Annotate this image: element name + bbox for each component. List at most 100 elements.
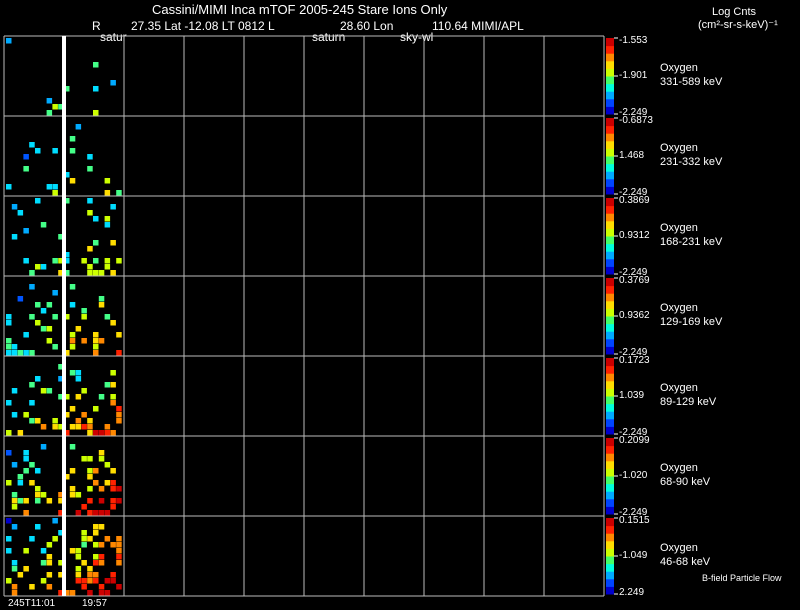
colorbar-segment: [606, 426, 614, 435]
colorbar-segment: [606, 476, 614, 485]
heatmap-cell: [98, 560, 105, 566]
heatmap-cell: [110, 572, 116, 578]
heatmap-cell: [116, 190, 122, 196]
heatmap-cell: [87, 468, 93, 474]
heatmap-cell: [98, 270, 105, 276]
heatmap-cell: [6, 350, 12, 356]
heatmap-cell: [69, 344, 76, 350]
heatmap-cell: [81, 424, 87, 430]
heatmap-cell: [52, 424, 58, 430]
heatmap-cell: [46, 338, 53, 344]
heatmap-cell: [110, 394, 116, 400]
colorbar-segment: [606, 445, 614, 454]
colorbar-segment: [606, 563, 614, 572]
heatmap-cell: [93, 560, 99, 566]
heatmap-cell: [81, 542, 87, 548]
heatmap-cell: [29, 462, 35, 468]
heatmap-cell: [6, 344, 12, 350]
heatmap-cell: [93, 270, 99, 276]
heatmap-cell: [23, 412, 29, 418]
heatmap-cell: [29, 284, 35, 290]
heatmap-cell: [6, 548, 12, 554]
heatmap-cell: [11, 498, 18, 504]
heatmap-cell: [46, 184, 53, 190]
heatmap-cell: [29, 314, 35, 320]
heatmap-cell: [116, 418, 122, 424]
heatmap-cell: [40, 444, 47, 450]
colorbar-segment: [606, 178, 614, 187]
heatmap-cell: [81, 314, 87, 320]
heatmap-cell: [98, 302, 105, 308]
heatmap-cell: [75, 548, 82, 554]
colorbar-segment: [606, 140, 614, 149]
colorbar-segment: [606, 118, 614, 127]
heatmap-cell: [116, 486, 122, 492]
colorbar-segment: [606, 228, 614, 237]
colorbar-segment: [606, 258, 614, 267]
heatmap-cell: [87, 424, 93, 430]
colorbar-max-label: -1.553: [619, 35, 648, 46]
heatmap-cell: [35, 376, 41, 382]
heatmap-cell: [98, 338, 105, 344]
heatmap-cell: [23, 166, 29, 172]
panel-species-label: Oxygen: [660, 542, 698, 554]
heatmap-cell: [116, 548, 122, 554]
heatmap-cell: [93, 344, 99, 350]
colorbar-segment: [606, 388, 614, 397]
heatmap-cell: [40, 264, 47, 270]
colorbar-segment: [606, 163, 614, 172]
heatmap-cell: [93, 258, 99, 264]
heatmap-cell: [6, 536, 12, 542]
heatmap-cell: [35, 524, 41, 530]
colorbar-segment: [606, 236, 614, 245]
heatmap-cell: [17, 430, 24, 436]
colorbar-max-label: 0.3769: [619, 275, 650, 286]
heatmap-cell: [29, 350, 35, 356]
heatmap-cell: [40, 308, 47, 314]
colorbar-segment: [606, 525, 614, 534]
heatmap-cell: [46, 110, 53, 116]
heatmap-cell: [87, 246, 93, 252]
colorbar-mid-label: 0.9362: [619, 310, 650, 321]
colorbar-segment: [606, 198, 614, 207]
colorbar-segment: [606, 346, 614, 355]
time-end: 19:57: [82, 598, 108, 609]
heatmap-cell: [81, 504, 87, 510]
heatmap-cell: [110, 270, 116, 276]
colorbar-max-label: 0.1723: [619, 355, 650, 366]
colorbar-segment: [606, 213, 614, 222]
heatmap-cell: [104, 424, 111, 430]
colorbar-segment: [606, 53, 614, 62]
heatmap-cell: [93, 62, 99, 68]
heatmap-cell: [46, 388, 53, 394]
heatmap-cell: [11, 234, 18, 240]
colorbar-segment: [606, 68, 614, 77]
colorbar-segment: [606, 518, 614, 527]
colorbar-segment: [606, 148, 614, 157]
heatmap-cell: [6, 400, 12, 406]
heatmap-cell: [29, 382, 35, 388]
heatmap-cell: [69, 548, 76, 554]
heatmap-cell: [93, 110, 99, 116]
heatmap-cell: [116, 554, 122, 560]
heatmap-cell: [17, 350, 24, 356]
heatmap-cell: [110, 240, 116, 246]
colorbar-segment: [606, 205, 614, 214]
heatmap-cell: [93, 240, 99, 246]
heatmap-cell: [104, 430, 111, 436]
heatmap-cell: [40, 326, 47, 332]
colorbar-segment: [606, 380, 614, 389]
panel-species-label: Oxygen: [660, 462, 698, 474]
heatmap-cell: [69, 178, 76, 184]
heatmap-cell: [35, 148, 41, 154]
heatmap-cell: [110, 370, 116, 376]
heatmap-cell: [35, 492, 41, 498]
panel-species-label: Oxygen: [660, 142, 698, 154]
heatmap-cell: [35, 498, 41, 504]
heatmap-cell: [93, 510, 99, 516]
heatmap-cell: [81, 560, 87, 566]
colorbar-segment: [606, 491, 614, 500]
heatmap-cell: [46, 326, 53, 332]
heatmap-cell: [81, 456, 87, 462]
heatmap-cell: [87, 486, 93, 492]
